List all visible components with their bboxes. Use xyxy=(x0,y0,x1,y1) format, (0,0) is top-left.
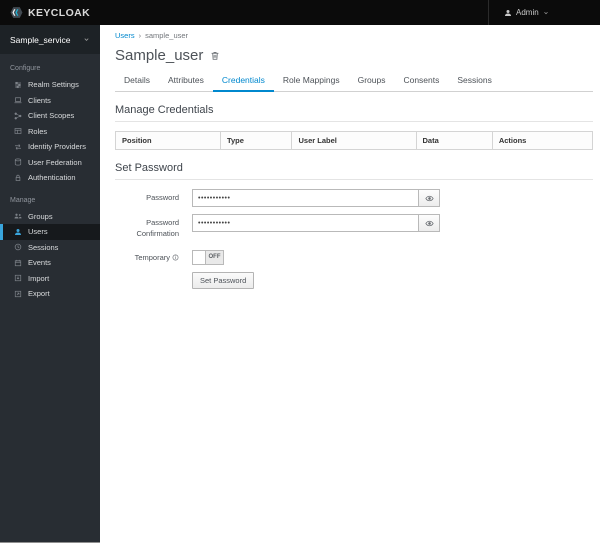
tab-credentials[interactable]: Credentials xyxy=(212,71,274,92)
breadcrumb: Users › sample_user xyxy=(115,31,593,40)
realm-selector-value: Sample_service xyxy=(10,34,71,45)
user-icon xyxy=(504,9,512,17)
sidebar-item-user-federation[interactable]: User Federation xyxy=(0,155,100,171)
column-header-user-label: User Label xyxy=(291,131,417,150)
calendar-icon xyxy=(13,259,22,267)
temporary-row: Temporary OFF xyxy=(115,249,593,265)
keycloak-brand[interactable]: KEYCLOAK xyxy=(10,6,90,19)
sidebar-item-label: Authentication xyxy=(28,173,76,183)
toggle-handle xyxy=(193,250,206,264)
password-input-group xyxy=(192,189,440,207)
column-header-data: Data xyxy=(415,131,493,150)
sidebar-item-label: Clients xyxy=(28,95,51,105)
admin-user-menu[interactable]: Admin xyxy=(488,0,564,25)
sidebar-item-users[interactable]: Users xyxy=(0,224,100,240)
set-password-heading: Set Password xyxy=(115,162,593,180)
chevron-down-icon xyxy=(543,10,549,16)
sidebar-item-clients[interactable]: Clients xyxy=(0,93,100,109)
groups-icon xyxy=(13,212,22,220)
column-header-actions: Actions xyxy=(491,131,594,150)
sidebar-item-sessions[interactable]: Sessions xyxy=(0,240,100,256)
tab-bar: Details Attributes Credentials Role Mapp… xyxy=(115,71,593,92)
password-confirmation-input-group xyxy=(192,214,440,232)
chevron-down-icon xyxy=(83,36,90,43)
page-title: Sample_user xyxy=(115,47,204,64)
sidebar-item-label: Identity Providers xyxy=(28,142,86,152)
set-password-button[interactable]: Set Password xyxy=(192,271,255,289)
breadcrumb-link-users[interactable]: Users xyxy=(115,31,135,40)
sidebar-item-authentication[interactable]: Authentication xyxy=(0,170,100,186)
password-input[interactable] xyxy=(192,189,418,207)
brand-text: KEYCLOAK xyxy=(28,6,91,19)
sidebar-item-label: Groups xyxy=(28,211,53,221)
password-confirmation-label: Password Confirmation xyxy=(136,218,179,239)
page-title-row: Sample_user xyxy=(115,47,593,64)
password-confirmation-input[interactable] xyxy=(192,214,418,232)
sidebar-section-configure: Configure xyxy=(10,65,41,72)
credentials-table: Position Type User Label Data Actions xyxy=(115,131,594,150)
sidebar-item-label: Client Scopes xyxy=(28,111,75,121)
admin-menu-label: Admin xyxy=(516,8,539,17)
sidebar-item-label: Realm Settings xyxy=(28,80,79,90)
eye-icon[interactable] xyxy=(418,189,440,207)
sidebar-item-label: Sessions xyxy=(28,242,59,252)
sidebar: Sample_service Configure Realm Settings … xyxy=(0,25,100,543)
submit-spacer xyxy=(115,272,179,289)
main-content: Users › sample_user Sample_user Details … xyxy=(100,25,600,548)
clock-icon xyxy=(13,243,22,251)
roles-icon xyxy=(13,127,22,135)
breadcrumb-current: sample_user xyxy=(145,31,189,40)
sidebar-section-manage: Manage xyxy=(10,196,36,204)
tab-consents[interactable]: Consents xyxy=(394,71,448,92)
submit-row: Set Password xyxy=(115,271,593,289)
sidebar-item-label: Users xyxy=(28,227,48,237)
sidebar-item-roles[interactable]: Roles xyxy=(0,124,100,140)
tab-role-mappings[interactable]: Role Mappings xyxy=(274,71,349,92)
toggle-state-label: OFF xyxy=(206,250,223,264)
user-icon xyxy=(13,228,22,236)
sidebar-item-realm-settings[interactable]: Realm Settings xyxy=(0,77,100,93)
info-icon[interactable] xyxy=(172,254,179,261)
client-scopes-icon xyxy=(13,112,22,120)
sidebar-item-label: Roles xyxy=(28,126,48,136)
sidebar-item-events[interactable]: Events xyxy=(0,255,100,271)
lock-icon xyxy=(13,174,22,182)
clients-icon xyxy=(13,96,22,104)
sidebar-item-import[interactable]: Import xyxy=(0,271,100,287)
manage-credentials-heading: Manage Credentials xyxy=(115,104,593,122)
realm-selector[interactable]: Sample_service xyxy=(0,25,100,54)
sidebar-item-export[interactable]: Export xyxy=(0,286,100,302)
sidebar-item-client-scopes[interactable]: Client Scopes xyxy=(0,108,100,124)
password-label: Password xyxy=(146,193,179,202)
eye-icon[interactable] xyxy=(418,214,440,232)
export-icon xyxy=(13,290,22,298)
sidebar-item-label: Export xyxy=(28,289,50,299)
set-password-form: Password Password Confirmation Temporary xyxy=(115,189,593,289)
password-row: Password xyxy=(115,189,593,207)
tab-groups[interactable]: Groups xyxy=(349,71,395,92)
sidebar-item-identity-providers[interactable]: Identity Providers xyxy=(0,139,100,155)
tab-sessions[interactable]: Sessions xyxy=(448,71,501,92)
import-icon xyxy=(13,274,22,282)
sidebar-item-label: Import xyxy=(28,273,50,283)
sidebar-item-label: User Federation xyxy=(28,157,82,167)
column-header-type: Type xyxy=(219,131,293,150)
sidebar-item-groups[interactable]: Groups xyxy=(0,209,100,225)
sidebar-item-label: Events xyxy=(28,258,51,268)
sliders-icon xyxy=(13,81,22,89)
keycloak-logo-icon xyxy=(10,6,23,19)
column-header-position: Position xyxy=(115,131,221,150)
tab-details[interactable]: Details xyxy=(115,71,159,92)
tab-attributes[interactable]: Attributes xyxy=(159,71,213,92)
breadcrumb-separator: › xyxy=(138,31,142,40)
temporary-label-text: Temporary xyxy=(134,252,170,262)
identity-providers-icon xyxy=(13,143,22,151)
trash-icon[interactable] xyxy=(210,50,220,61)
temporary-toggle[interactable]: OFF xyxy=(192,249,224,265)
database-icon xyxy=(13,158,22,166)
app-header: KEYCLOAK Admin xyxy=(0,0,600,25)
credentials-table-header-row: Position Type User Label Data Actions xyxy=(115,131,594,150)
password-confirmation-row: Password Confirmation xyxy=(115,214,593,240)
temporary-label: Temporary xyxy=(115,249,179,265)
